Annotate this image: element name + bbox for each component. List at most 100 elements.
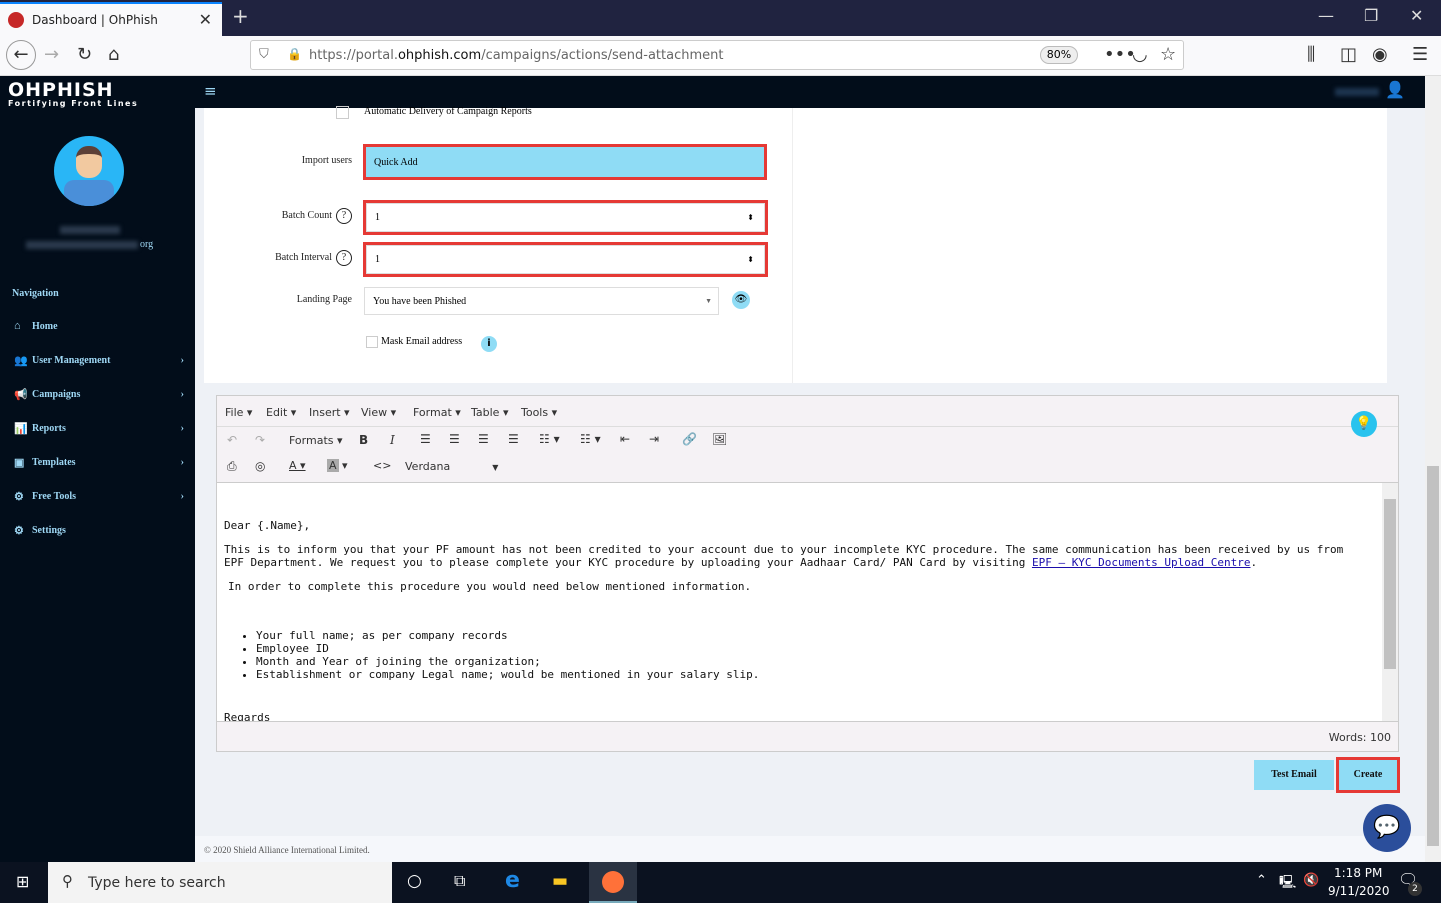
background-color-icon[interactable]: A ▾ (327, 459, 348, 472)
bold-icon[interactable]: B (359, 433, 368, 447)
zoom-level[interactable]: 80% (1040, 46, 1078, 64)
page-scrollbar[interactable] (1425, 76, 1441, 862)
menu-tools[interactable]: Tools ▾ (521, 406, 557, 419)
clock-time[interactable]: 1:18 PM (1334, 866, 1382, 880)
back-icon[interactable]: ← (6, 40, 36, 70)
auto-delivery-checkbox[interactable] (336, 106, 349, 119)
minimize-icon[interactable]: — (1318, 6, 1334, 25)
sidebar-item-templates[interactable]: ▣ Templates › (14, 456, 184, 469)
tray-chevron-icon[interactable]: ⌃ (1256, 873, 1267, 888)
logo: OHPHISH Fortifying Front Lines (8, 79, 139, 108)
new-tab-icon[interactable]: + (232, 4, 249, 28)
home-icon[interactable]: ⌂ (108, 44, 119, 65)
undo-icon[interactable]: ↶ (227, 433, 237, 447)
spinner-icon[interactable]: ⬍ (747, 255, 754, 264)
mask-email-checkbox[interactable] (366, 336, 378, 348)
tools-icon: ⚙ (14, 491, 24, 503)
redo-icon[interactable]: ↷ (255, 433, 265, 447)
indent-icon[interactable]: ⇥ (649, 432, 659, 446)
justify-icon[interactable]: ☰ (508, 432, 519, 446)
spinner-icon[interactable]: ⬍ (747, 213, 754, 222)
greeting: Dear {.Name}, (224, 519, 311, 532)
clock-date[interactable]: 9/11/2020 (1328, 884, 1390, 898)
lightbulb-icon[interactable]: 💡 (1351, 411, 1377, 437)
font-family-dropdown[interactable]: Verdana ▼ (405, 460, 498, 473)
sidebar-toggle-icon[interactable]: ◫ (1340, 44, 1357, 65)
sidebar-item-user-management[interactable]: 👥 User Management › (14, 354, 184, 367)
library-icon[interactable]: ⫼ (1307, 44, 1315, 65)
pocket-icon[interactable]: ◡ (1132, 44, 1148, 65)
kyc-link[interactable]: EPF – KYC Documents Upload Centre (1032, 556, 1251, 569)
taskbar-search[interactable]: ⚲ Type here to search (48, 862, 392, 903)
info-icon[interactable]: i (481, 336, 497, 352)
sidebar-item-reports[interactable]: 📊 Reports › (14, 422, 184, 435)
create-button[interactable]: Create (1336, 757, 1400, 793)
task-view-icon[interactable]: ⧉ (454, 871, 465, 891)
windows-start-icon[interactable]: ⊞ (16, 872, 29, 891)
batch-interval-input[interactable]: 1 ⬍ (363, 242, 768, 277)
help-icon[interactable]: ? (336, 250, 352, 266)
bookmark-star-icon[interactable]: ☆ (1160, 44, 1176, 65)
help-icon[interactable]: ? (336, 208, 352, 224)
paragraph-1: This is to inform you that your PF amoun… (224, 543, 1344, 569)
restore-icon[interactable]: ❐ (1364, 6, 1378, 25)
editor-scrollbar[interactable] (1382, 483, 1398, 721)
sidebar-item-campaigns[interactable]: 📢 Campaigns › (14, 388, 184, 401)
shield-icon[interactable]: ⛉ (259, 47, 269, 62)
close-tab-icon[interactable]: ✕ (199, 10, 212, 29)
sidebar-item-label: User Management (32, 355, 111, 366)
bullet-list-icon[interactable]: ☷ ▾ (539, 432, 560, 446)
sidebar-item-home[interactable]: ⌂ Home (14, 320, 184, 332)
import-users-select[interactable]: Quick Add (363, 144, 767, 180)
italic-icon[interactable]: I (390, 433, 395, 447)
lock-icon[interactable]: 🔒 (287, 47, 302, 61)
numbered-list-icon[interactable]: ☷ ▾ (580, 432, 601, 446)
batch-interval-label: Batch Interval? (202, 250, 352, 266)
file-explorer-icon[interactable]: ▬ (552, 871, 568, 891)
sidebar-item-settings[interactable]: ⚙ Settings (14, 524, 184, 537)
account-icon[interactable]: ◉ (1372, 44, 1388, 65)
reload-icon[interactable]: ↻ (77, 44, 92, 65)
preview-eye-icon[interactable]: 👁 (732, 291, 750, 309)
align-center-icon[interactable]: ☰ (449, 432, 460, 446)
preview-icon[interactable]: ◎ (255, 459, 265, 473)
firefox-taskbar-button[interactable] (589, 862, 637, 903)
volume-muted-icon[interactable]: 🔇 (1303, 873, 1319, 888)
menu-format[interactable]: Format ▾ (413, 406, 461, 419)
menu-file[interactable]: File ▾ (225, 406, 252, 419)
menu-view[interactable]: View ▾ (361, 406, 396, 419)
text-color-icon[interactable]: A ▾ (289, 459, 306, 472)
formats-dropdown[interactable]: Formats ▾ (289, 434, 343, 447)
test-email-button[interactable]: Test Email (1254, 760, 1334, 790)
campaign-form: Automatic Delivery of Campaign Reports I… (202, 106, 1387, 383)
sidebar-item-free-tools[interactable]: ⚙ Free Tools › (14, 490, 184, 503)
editor-content[interactable]: Dear {.Name}, This is to inform you that… (217, 482, 1398, 722)
network-icon[interactable]: 🖳 (1279, 873, 1296, 895)
menu-edit[interactable]: Edit ▾ (266, 406, 296, 419)
browser-toolbar: ← → ↻ ⌂ ⛉ 🔒 https://portal. ohphish.com/c… (0, 36, 1441, 76)
edge-icon[interactable]: e (505, 868, 520, 893)
forward-icon[interactable]: → (44, 44, 59, 65)
menu-table[interactable]: Table ▾ (471, 406, 508, 419)
landing-page-select[interactable]: You have been Phished ▼ (364, 287, 719, 315)
hamburger-icon[interactable]: ≡ (204, 82, 217, 100)
menu-icon[interactable]: ☰ (1412, 44, 1428, 65)
nav-heading: Navigation (12, 288, 59, 299)
batch-count-input[interactable]: 1 ⬍ (363, 200, 768, 235)
sidebar-item-label: Home (32, 320, 58, 332)
close-window-icon[interactable]: ✕ (1410, 6, 1423, 25)
align-right-icon[interactable]: ☰ (478, 432, 489, 446)
print-icon[interactable]: ⎙ (227, 459, 237, 474)
user-icon[interactable]: 👤 (1385, 80, 1405, 99)
cortana-icon[interactable]: ○ (407, 871, 422, 891)
menu-insert[interactable]: Insert ▾ (309, 406, 350, 419)
chat-icon[interactable]: 💬 (1363, 804, 1411, 852)
align-left-icon[interactable]: ☰ (420, 432, 431, 446)
outdent-icon[interactable]: ⇤ (620, 432, 630, 446)
source-code-icon[interactable]: <> (373, 459, 391, 472)
link-icon[interactable]: 🔗 (682, 432, 697, 446)
image-icon[interactable]: 🖼 (712, 432, 727, 446)
browser-tab[interactable]: Dashboard | OhPhish ✕ (0, 2, 222, 36)
divider (792, 108, 793, 383)
tab-title: Dashboard | OhPhish (32, 13, 158, 27)
